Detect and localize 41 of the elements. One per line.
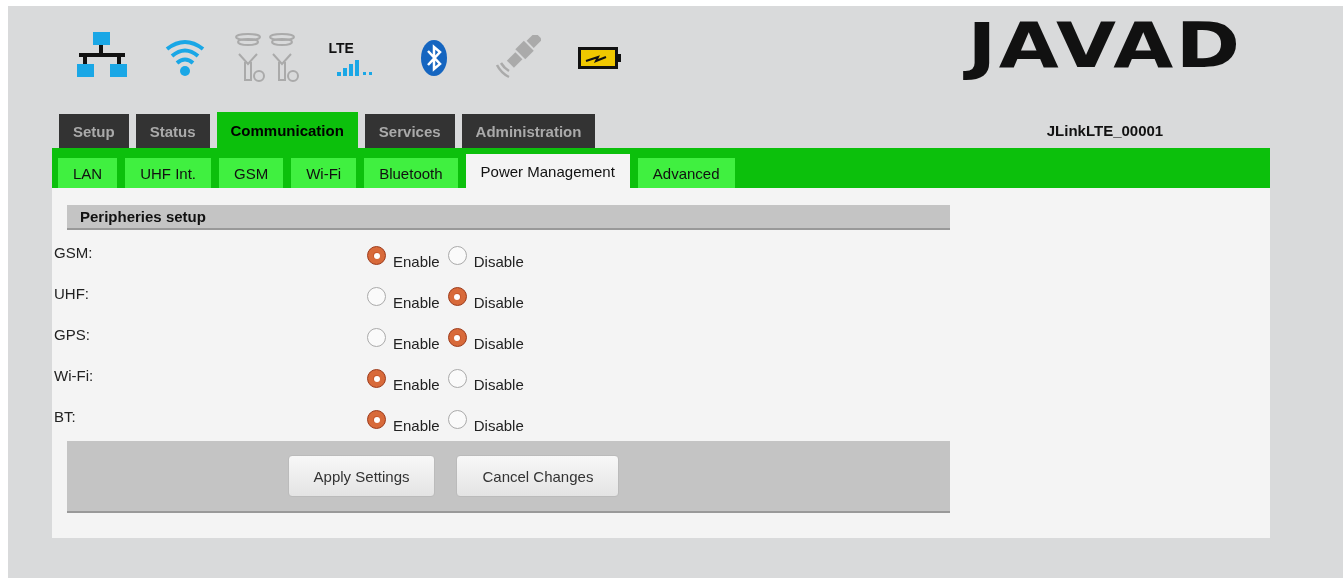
sub-tab[interactable]: UHF Int. — [125, 158, 212, 188]
field-label: UHF: — [54, 285, 90, 304]
radio-label: Enable — [393, 253, 440, 270]
radio-button[interactable] — [367, 287, 386, 306]
main-tab[interactable]: Setup — [59, 114, 129, 148]
field-label: GPS: — [54, 326, 91, 345]
sub-tab[interactable]: Wi-Fi — [291, 158, 357, 188]
main-tab[interactable]: Status — [135, 114, 210, 148]
sub-tab[interactable]: LAN — [58, 158, 118, 188]
radio-label: Disable — [473, 417, 524, 434]
field-label: GSM: — [54, 244, 94, 263]
radio-label: Enable — [393, 335, 440, 352]
main-tab[interactable]: Services — [364, 114, 455, 148]
radio-button[interactable] — [447, 287, 467, 306]
radio-label: Disable — [473, 294, 524, 311]
radio-button[interactable] — [367, 369, 386, 388]
sub-tab[interactable]: Power Management — [465, 154, 630, 188]
field-label: BT: — [54, 408, 77, 427]
sub-tab[interactable]: GSM — [219, 158, 284, 188]
radio-button[interactable] — [367, 328, 386, 347]
radio-label: Enable — [393, 294, 440, 311]
sub-tab[interactable]: Advanced — [637, 158, 735, 188]
radio-button[interactable] — [447, 369, 467, 388]
section-header: Peripheries setup — [67, 205, 950, 230]
radio-label: Enable — [393, 417, 440, 434]
action-button[interactable]: Apply Settings — [287, 455, 436, 497]
radio-label: Disable — [473, 335, 524, 352]
radio-button[interactable] — [447, 246, 467, 265]
main-tab[interactable]: Communication — [216, 112, 358, 148]
radio-button[interactable] — [447, 410, 467, 429]
radio-button[interactable] — [367, 410, 386, 429]
radio-label: Disable — [473, 253, 524, 270]
radio-label: Disable — [473, 376, 524, 393]
sub-tab[interactable]: Bluetooth — [364, 158, 458, 188]
action-button[interactable]: Cancel Changes — [456, 455, 620, 497]
device-name: JLinkLTE_00001 — [1045, 121, 1165, 139]
radio-button[interactable] — [367, 246, 386, 265]
field-label: Wi-Fi: — [54, 367, 95, 386]
main-tab[interactable]: Administration — [461, 114, 596, 148]
radio-button[interactable] — [447, 328, 467, 347]
radio-label: Enable — [393, 376, 440, 393]
